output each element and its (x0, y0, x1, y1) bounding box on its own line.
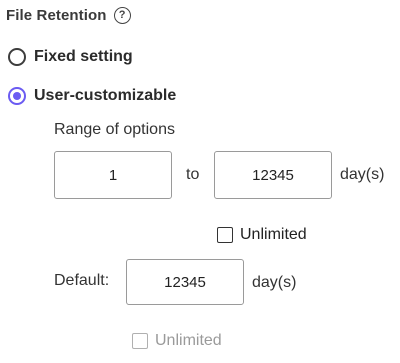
default-label: Default: (54, 272, 110, 289)
default-unlimited-option: Unlimited (132, 331, 222, 351)
range-to-label: to (186, 166, 200, 183)
default-unlimited-checkbox (132, 333, 148, 349)
range-min-input[interactable]: 1 (54, 151, 172, 199)
default-value-input[interactable]: 12345 (126, 259, 244, 305)
user-customizable-option[interactable]: User-customizable (8, 84, 176, 108)
help-circle-icon[interactable]: ? (113, 6, 131, 24)
section-header: File Retention ? (6, 4, 131, 26)
file-retention-panel: File Retention ? Fixed setting User-cust… (0, 0, 400, 363)
range-max-input[interactable]: 12345 (214, 151, 332, 199)
fixed-setting-radio[interactable] (8, 48, 26, 66)
user-customizable-label: User-customizable (34, 87, 177, 104)
range-unlimited-checkbox[interactable] (217, 227, 233, 243)
user-customizable-radio[interactable] (8, 87, 26, 105)
section-title: File Retention (6, 6, 107, 24)
fixed-setting-option[interactable]: Fixed setting (8, 45, 133, 69)
range-unlimited-option[interactable]: Unlimited (217, 225, 307, 245)
default-unit-label: day(s) (252, 274, 297, 291)
range-of-options-label: Range of options (54, 121, 175, 138)
range-unlimited-label: Unlimited (240, 226, 307, 243)
default-unlimited-label: Unlimited (155, 332, 222, 349)
fixed-setting-label: Fixed setting (34, 48, 133, 65)
range-unit-label: day(s) (340, 166, 385, 183)
